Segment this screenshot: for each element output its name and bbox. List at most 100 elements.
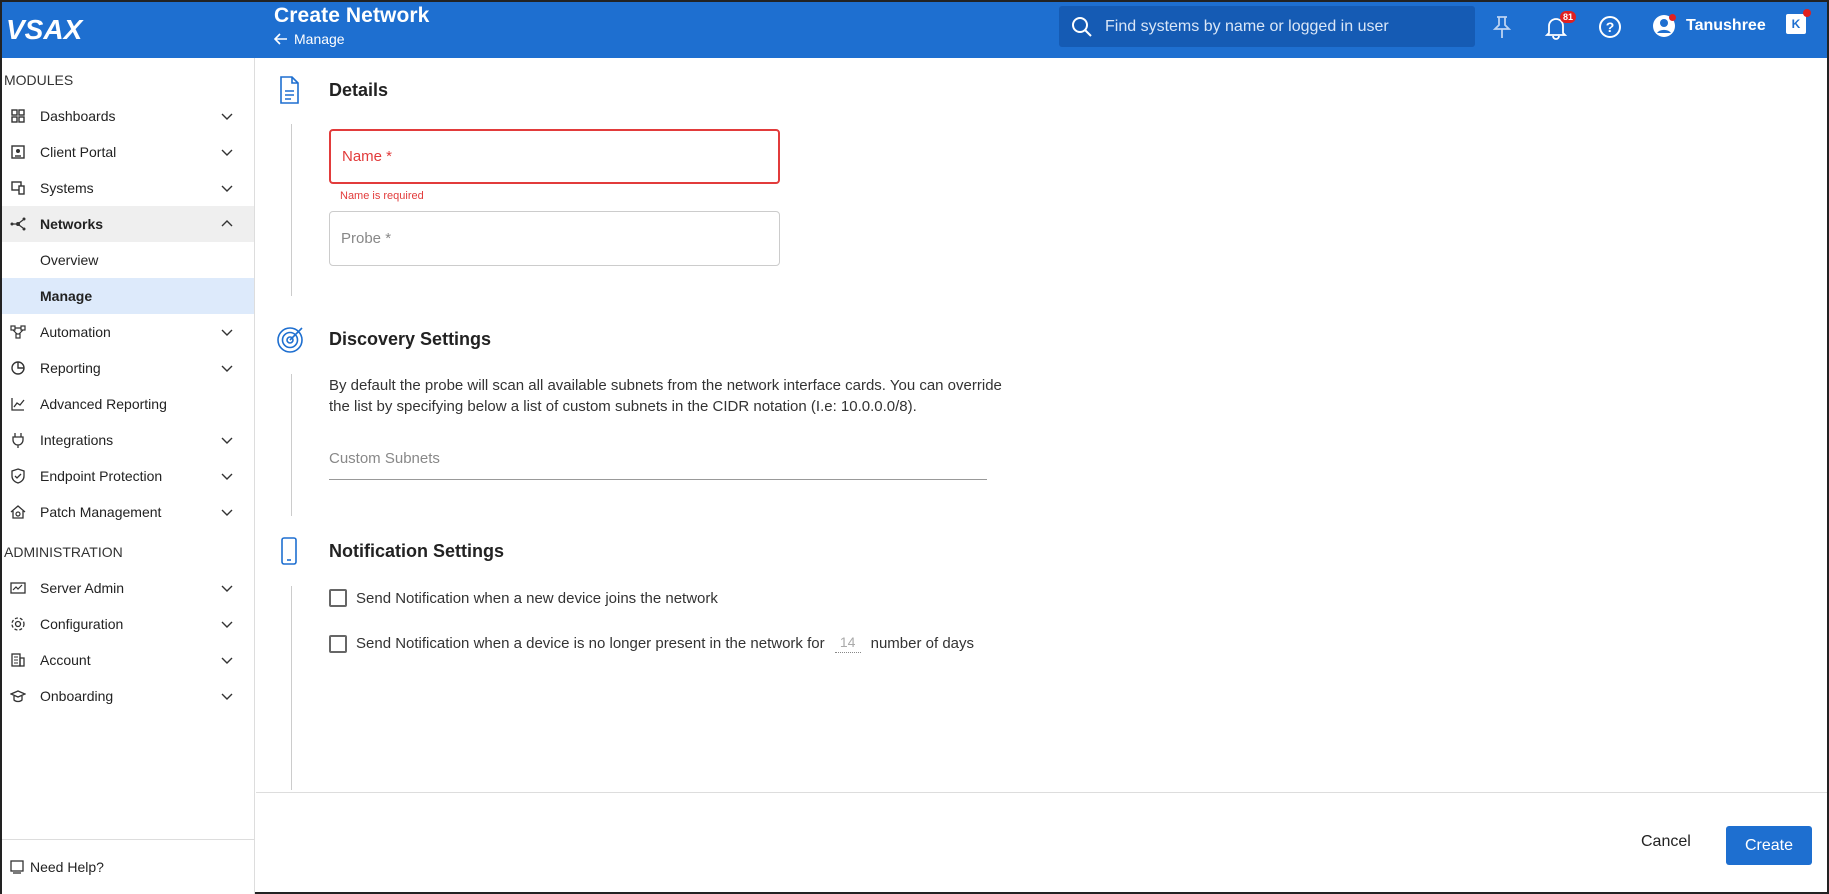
- device-missing-checkbox[interactable]: [329, 634, 347, 653]
- sidebar: MODULES Dashboards Client Portal Systems…: [2, 58, 255, 894]
- page-title: Create Network: [274, 4, 430, 27]
- chevron-down-icon: [221, 473, 233, 480]
- home-gear-icon: [10, 505, 26, 519]
- need-help-link[interactable]: Need Help?: [2, 839, 254, 894]
- modules-label: MODULES: [4, 72, 74, 88]
- sidebar-item-label: Manage: [40, 288, 93, 304]
- sidebar-item-label: Server Admin: [40, 580, 125, 596]
- sidebar-item-dashboards[interactable]: Dashboards: [2, 98, 254, 134]
- sidebar-item-server-admin[interactable]: Server Admin: [2, 570, 254, 606]
- device-missing-label: Send Notification when a device is no lo…: [356, 635, 825, 652]
- portal-icon: [11, 145, 25, 159]
- create-button[interactable]: Create: [1726, 826, 1812, 865]
- mobile-phone-icon: [281, 537, 297, 565]
- custom-subnets-input[interactable]: Custom Subnets: [329, 440, 987, 480]
- sidebar-item-patch-management[interactable]: Patch Management: [2, 494, 254, 530]
- chevron-down-icon: [221, 621, 233, 628]
- chevron-down-icon: [221, 149, 233, 156]
- main-content: Details Name * Name is required Probe * …: [256, 58, 1827, 792]
- sidebar-item-label: Account: [40, 652, 91, 668]
- form-footer: Cancel Create: [256, 792, 1827, 894]
- back-link-label: Manage: [294, 31, 345, 47]
- line-chart-icon: [11, 398, 25, 411]
- sidebar-item-advanced-reporting[interactable]: Advanced Reporting: [2, 386, 254, 422]
- pin-icon[interactable]: [1489, 14, 1515, 40]
- search-icon: [1072, 16, 1092, 37]
- probe-field-label: Probe *: [341, 230, 392, 247]
- notify-new-device-option[interactable]: Send Notification when a new device join…: [329, 589, 718, 607]
- sidebar-item-label: Client Portal: [40, 144, 117, 160]
- sidebar-item-integrations[interactable]: Integrations: [2, 422, 254, 458]
- sidebar-item-manage[interactable]: Manage: [2, 278, 254, 314]
- custom-subnets-placeholder: Custom Subnets: [329, 450, 440, 467]
- network-icon: [10, 217, 26, 231]
- sidebar-item-reporting[interactable]: Reporting: [2, 350, 254, 386]
- sidebar-item-label: Configuration: [40, 616, 124, 632]
- gear-icon: [11, 617, 25, 631]
- sidebar-item-endpoint-protection[interactable]: Endpoint Protection: [2, 458, 254, 494]
- pie-chart-icon: [11, 361, 25, 375]
- top-header: VSAX Create Network Manage 81 ? Tanushre…: [2, 2, 1827, 58]
- need-help-label: Need Help?: [30, 859, 104, 875]
- notification-badge: 81: [1560, 11, 1577, 23]
- graduation-cap-icon: [10, 690, 26, 703]
- notify-device-missing-option[interactable]: Send Notification when a device is no lo…: [329, 634, 974, 653]
- probe-field[interactable]: Probe *: [329, 211, 780, 266]
- chevron-down-icon: [221, 185, 233, 192]
- chevron-down-icon: [221, 437, 233, 444]
- devices-icon: [11, 181, 25, 195]
- kaseya-app-icon[interactable]: K: [1786, 9, 1811, 34]
- cancel-button[interactable]: Cancel: [1641, 833, 1691, 851]
- app-status-dot: [1803, 9, 1811, 17]
- chevron-down-icon: [221, 329, 233, 336]
- sidebar-item-label: Automation: [40, 324, 111, 340]
- sidebar-item-label: Integrations: [40, 432, 114, 448]
- user-menu[interactable]: Tanushree: [1652, 14, 1766, 38]
- new-device-checkbox[interactable]: [329, 589, 347, 607]
- sidebar-item-account[interactable]: Account: [2, 642, 254, 678]
- days-suffix-label: number of days: [870, 635, 974, 652]
- sidebar-item-label: Networks: [40, 216, 104, 232]
- grid-icon: [11, 109, 25, 123]
- radar-icon: [277, 327, 303, 353]
- user-name: Tanushree: [1686, 17, 1766, 34]
- chevron-down-icon: [221, 113, 233, 120]
- sidebar-item-label: Advanced Reporting: [40, 396, 167, 412]
- sidebar-item-configuration[interactable]: Configuration: [2, 606, 254, 642]
- chevron-down-icon: [221, 693, 233, 700]
- server-icon: [10, 582, 26, 594]
- chevron-down-icon: [221, 585, 233, 592]
- sidebar-item-label: Endpoint Protection: [40, 468, 163, 484]
- search-input[interactable]: [1105, 17, 1445, 36]
- name-field-label: Name *: [342, 148, 393, 165]
- sidebar-item-networks[interactable]: Networks: [2, 206, 254, 242]
- days-input[interactable]: 14: [834, 634, 861, 653]
- sidebar-item-client-portal[interactable]: Client Portal: [2, 134, 254, 170]
- sidebar-item-onboarding[interactable]: Onboarding: [2, 678, 254, 714]
- sidebar-item-automation[interactable]: Automation: [2, 314, 254, 350]
- user-status-dot: [1669, 14, 1676, 21]
- name-field[interactable]: Name *: [329, 129, 780, 184]
- details-title: Details: [329, 80, 389, 100]
- sidebar-item-systems[interactable]: Systems: [2, 170, 254, 206]
- page-header: Create Network Manage: [274, 4, 429, 47]
- discovery-settings-title: Discovery Settings: [329, 329, 492, 349]
- new-device-label: Send Notification when a new device join…: [356, 589, 718, 607]
- help-icon[interactable]: ?: [1597, 14, 1623, 40]
- svg-text:VSAX: VSAX: [6, 14, 85, 45]
- sidebar-item-overview[interactable]: Overview: [2, 242, 254, 278]
- svg-text:?: ?: [1606, 19, 1615, 35]
- notification-settings-title: Notification Settings: [329, 541, 504, 561]
- search-box[interactable]: [1059, 6, 1475, 47]
- section-divider: [291, 374, 292, 516]
- sidebar-item-label: Patch Management: [40, 504, 162, 520]
- back-link[interactable]: Manage: [274, 31, 429, 47]
- sidebar-item-label: Onboarding: [40, 688, 114, 704]
- administration-label: ADMINISTRATION: [4, 544, 123, 560]
- document-icon: [280, 76, 299, 104]
- sidebar-item-label: Reporting: [40, 360, 101, 376]
- chevron-down-icon: [221, 365, 233, 372]
- vsax-logo[interactable]: VSAX: [4, 9, 104, 49]
- sidebar-item-label: Dashboards: [40, 108, 116, 124]
- plug-icon: [12, 433, 24, 448]
